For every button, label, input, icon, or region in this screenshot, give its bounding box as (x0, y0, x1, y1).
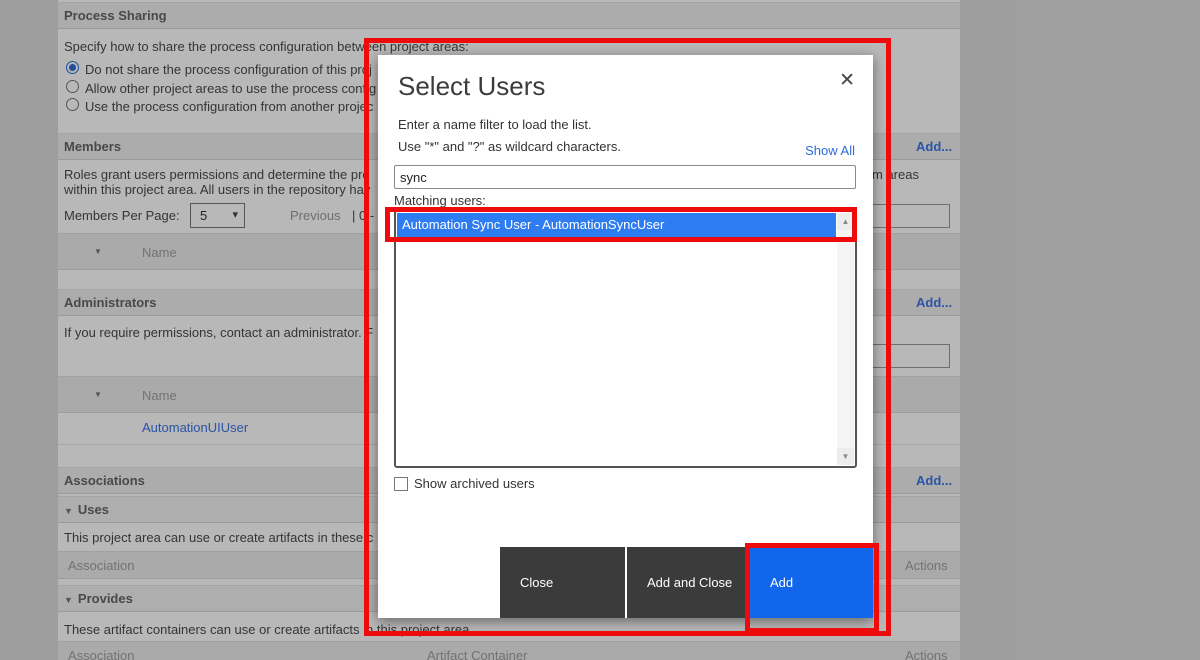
add-and-close-button[interactable]: Add and Close (627, 547, 748, 618)
filter-hint-line2: Use "*" and "?" as wildcard characters. (398, 139, 621, 154)
user-list-item-selected[interactable]: Automation Sync User - AutomationSyncUse… (397, 213, 836, 237)
select-users-dialog: Select Users ✕ Enter a name filter to lo… (378, 55, 873, 618)
filter-hint-line1: Enter a name filter to load the list. (398, 117, 592, 132)
application-window: Process Sharing Specify how to share the… (0, 0, 1200, 660)
scroll-down-icon[interactable]: ▼ (837, 448, 854, 465)
show-archived-label[interactable]: Show archived users (414, 476, 535, 491)
dialog-title: Select Users (398, 71, 545, 102)
show-all-link[interactable]: Show All (805, 143, 855, 158)
close-button[interactable]: Close (500, 547, 625, 618)
close-icon[interactable]: ✕ (839, 71, 855, 90)
scroll-up-icon[interactable]: ▲ (837, 213, 854, 230)
add-button[interactable]: Add (750, 547, 873, 618)
matching-users-label: Matching users: (394, 193, 486, 208)
listbox-scrollbar[interactable]: ▲ ▼ (837, 213, 854, 465)
matching-users-listbox[interactable]: Automation Sync User - AutomationSyncUse… (394, 210, 857, 468)
show-archived-checkbox[interactable] (394, 477, 408, 491)
user-filter-input[interactable] (394, 165, 856, 189)
